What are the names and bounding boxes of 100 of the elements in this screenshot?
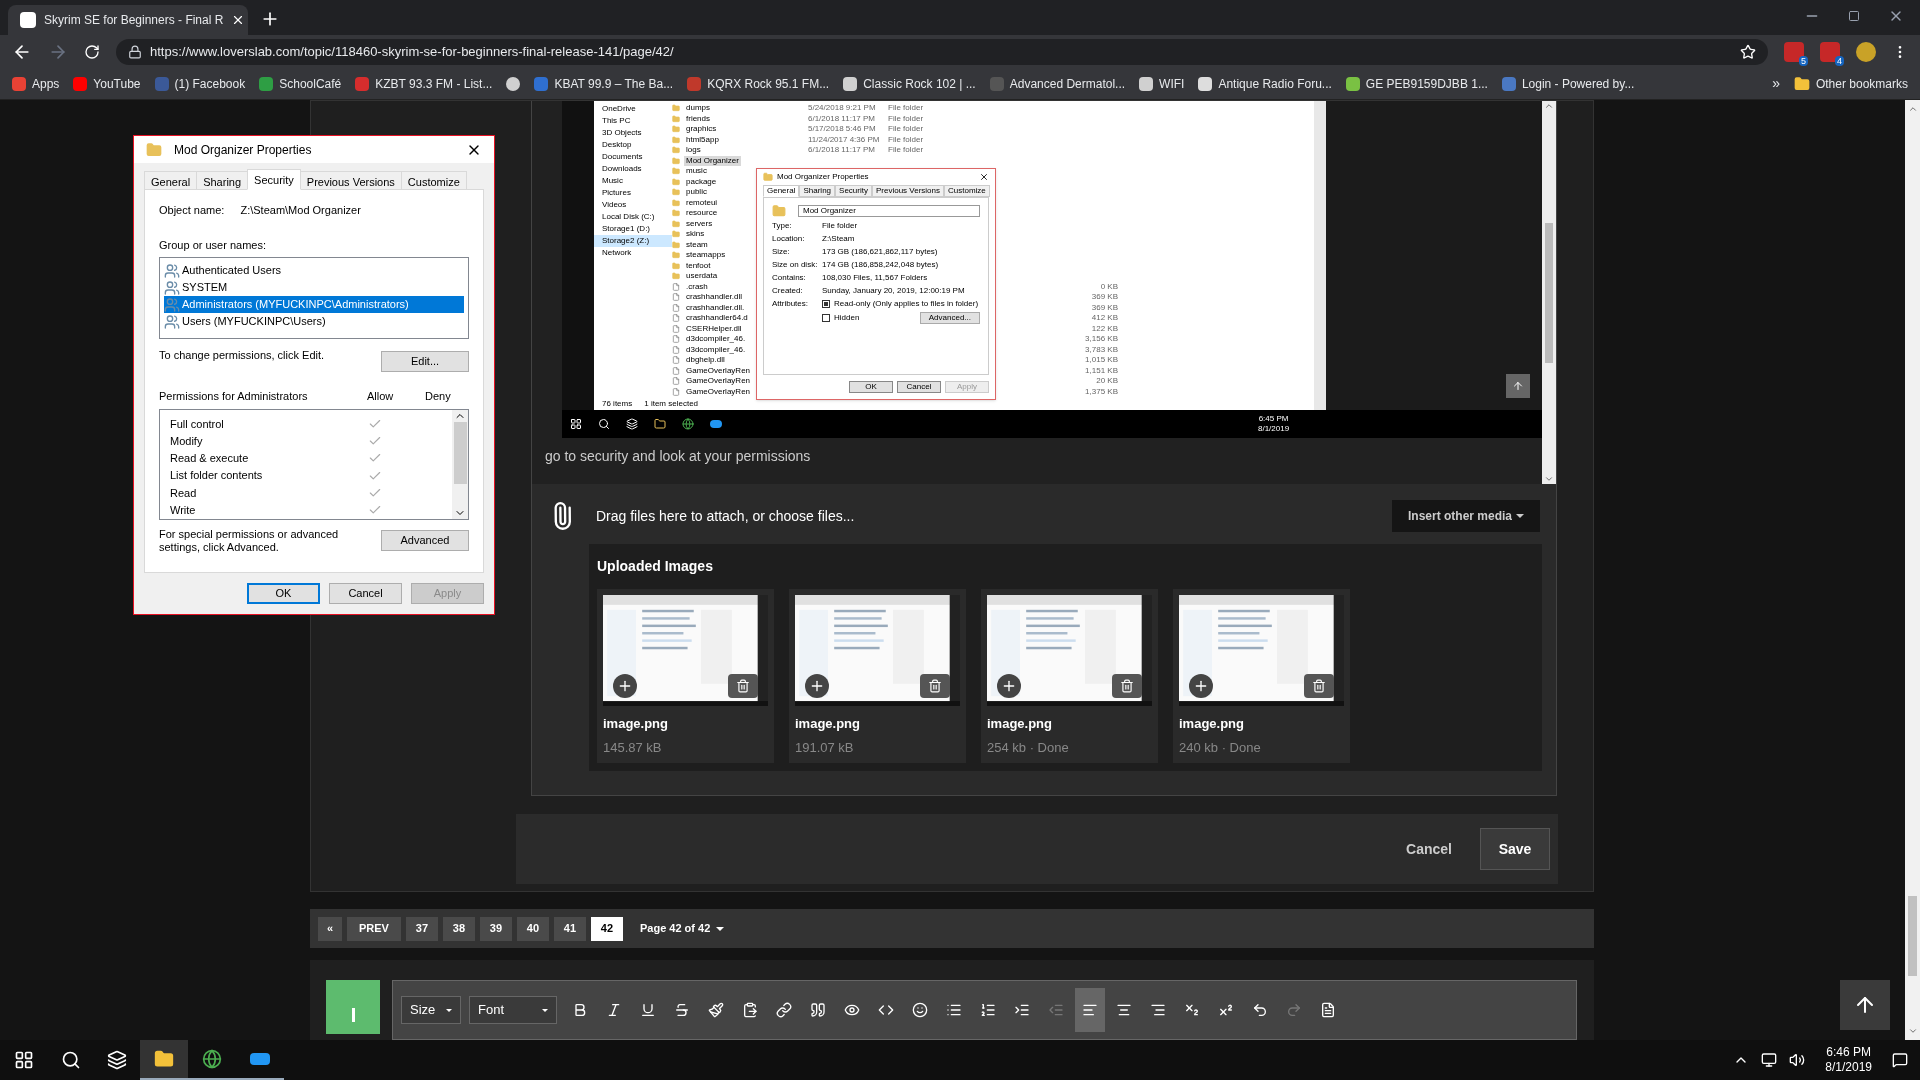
taskbar-app[interactable] — [140, 1040, 188, 1080]
sidebar-item[interactable]: Documents — [594, 151, 672, 163]
file-name[interactable]: steam — [684, 239, 710, 250]
file-name[interactable]: CSERHelper.dll — [684, 323, 744, 334]
scroll-up-icon[interactable] — [1544, 101, 1554, 111]
user-list-item[interactable]: Users (MYFUCKINPC\Users) — [164, 313, 464, 330]
file-name[interactable]: music — [684, 166, 709, 177]
scroll-top-button[interactable] — [1506, 374, 1530, 398]
sidebar-item[interactable]: Videos — [594, 199, 672, 211]
editor-scrollbar[interactable] — [1542, 101, 1556, 484]
cancel-button[interactable]: Cancel — [1398, 838, 1460, 860]
bookmark[interactable]: KBAT 99.9 – The Ba... — [534, 74, 674, 93]
sidebar-item[interactable]: Storage2 (Z:) — [594, 235, 672, 247]
profile-avatar[interactable] — [1856, 41, 1876, 62]
file-name[interactable]: graphics — [684, 124, 719, 135]
page-jump-dropdown[interactable]: Page 42 of 42 — [639, 920, 725, 937]
globe-icon[interactable] — [682, 418, 694, 430]
file-name[interactable]: Mod Organizer — [684, 155, 741, 166]
folder-icon[interactable] — [654, 418, 666, 430]
file-name[interactable]: crashhandler.dll — [684, 292, 745, 303]
bookmark[interactable]: SchoolCafé — [259, 74, 342, 93]
user-list-item[interactable]: Authenticated Users — [164, 262, 464, 279]
bookmark[interactable]: Advanced Dermatol... — [989, 74, 1126, 93]
app-icon[interactable] — [710, 420, 722, 428]
file-name[interactable]: crashhandler.dll. — [684, 302, 747, 313]
scrollbar-thumb[interactable] — [453, 421, 467, 484]
sidebar-item[interactable]: Downloads — [594, 163, 672, 175]
file-name[interactable]: public — [684, 187, 709, 198]
sidebar-item[interactable]: Local Disk (C:) — [594, 211, 672, 223]
image-card[interactable]: image.png 240 kb · Done — [1173, 589, 1350, 763]
bookmark[interactable]: WIFI — [1139, 74, 1185, 93]
scrollbar-thumb[interactable] — [1545, 222, 1553, 363]
dialog-tab[interactable]: Security — [835, 185, 872, 197]
toolbar-dropdown[interactable]: Font — [469, 996, 557, 1024]
advanced-button[interactable]: Advanced... — [919, 312, 980, 324]
bookmark[interactable]: GE PEB9159DJBB 1... — [1345, 74, 1488, 93]
file-name[interactable]: servers — [684, 218, 715, 229]
file-name[interactable]: resource — [684, 208, 720, 219]
page-button[interactable]: 40 — [516, 916, 549, 941]
list-scrollbar[interactable] — [452, 409, 468, 519]
scroll-down-icon[interactable] — [1544, 474, 1554, 484]
file-name[interactable]: package — [684, 176, 719, 187]
volume-icon[interactable] — [1789, 1052, 1806, 1068]
sidebar-item[interactable]: Storage1 (D:) — [594, 223, 672, 235]
file-name[interactable]: steamapps — [684, 250, 728, 261]
bookmark[interactable]: Apps — [12, 74, 60, 93]
checkbox[interactable] — [822, 300, 830, 308]
bookmark[interactable]: YouTube — [73, 74, 141, 93]
image-card[interactable]: image.png 254 kb · Done — [981, 589, 1158, 763]
advanced-button[interactable]: Advanced — [381, 529, 469, 551]
sidebar-item[interactable]: Desktop — [594, 139, 672, 151]
page-button[interactable]: 37 — [405, 916, 438, 941]
file-name[interactable]: d3dcompiler_46. — [684, 334, 748, 345]
reload-icon[interactable] — [84, 43, 100, 60]
dialog-tab[interactable]: Previous Versions — [871, 185, 944, 197]
dialog-tab[interactable]: General — [763, 185, 800, 197]
sidebar-item[interactable]: Music — [594, 175, 672, 187]
delete-button[interactable] — [1112, 674, 1142, 698]
other-bookmarks[interactable]: Other bookmarks — [1793, 74, 1908, 93]
back-to-top-button[interactable] — [1840, 980, 1890, 1030]
sidebar-item[interactable]: Network — [594, 247, 672, 259]
prev-button[interactable]: PREV — [347, 916, 401, 941]
toolbar-dropdown[interactable]: Size — [401, 996, 461, 1024]
file-name[interactable]: .crash — [684, 281, 710, 292]
dialog-button[interactable]: Cancel — [897, 381, 941, 393]
dialog-button[interactable]: OK — [247, 583, 320, 604]
file-name[interactable]: d3dcompiler_46. — [684, 344, 748, 355]
dialog-tab[interactable]: Security — [247, 169, 301, 190]
save-button[interactable]: Save — [1480, 828, 1550, 870]
scroll-up-icon[interactable] — [1907, 104, 1918, 114]
notifications-icon[interactable] — [1892, 1052, 1908, 1068]
insert-media-button[interactable]: Insert other media — [1391, 500, 1540, 532]
more-bookmarks[interactable]: » — [1772, 73, 1780, 94]
sidebar-item[interactable]: This PC — [594, 115, 672, 127]
search-icon[interactable] — [598, 418, 610, 430]
attach-hint[interactable]: Drag files here to attach, or choose files... — [596, 505, 855, 527]
sidebar-item[interactable]: OneDrive — [594, 103, 672, 115]
page-button[interactable]: 38 — [442, 916, 475, 941]
bookmark[interactable]: Classic Rock 102 | ... — [843, 74, 976, 93]
bookmark-favicon[interactable] — [506, 76, 521, 91]
user-list-item[interactable]: SYSTEM — [164, 279, 464, 296]
task-view-icon[interactable] — [107, 1050, 127, 1070]
delete-button[interactable] — [920, 674, 950, 698]
file-name[interactable]: logs — [684, 145, 703, 156]
checkbox[interactable] — [822, 314, 830, 322]
file-name[interactable]: tenfoot — [684, 260, 713, 271]
network-icon[interactable] — [1761, 1052, 1778, 1068]
scroll-down-icon[interactable] — [1907, 1026, 1918, 1036]
page-button[interactable]: 39 — [479, 916, 512, 941]
file-name[interactable]: GameOverlayRen — [684, 365, 753, 376]
file-name[interactable]: userdata — [684, 271, 720, 282]
sidebar-item[interactable]: Pictures — [594, 187, 672, 199]
start-icon[interactable] — [570, 418, 582, 430]
address-bar[interactable]: https://www.loverslab.com/topic/118460-skyrim-se-for-beginners-final-release-141/page/42/ — [116, 38, 1768, 65]
dialog-tab[interactable]: Customize — [944, 185, 990, 197]
file-name[interactable]: remoteui — [684, 197, 720, 208]
file-name[interactable]: friends — [684, 113, 712, 124]
bookmark[interactable]: KZBT 93.3 FM - List... — [355, 74, 493, 93]
sidebar-item[interactable]: 3D Objects — [594, 127, 672, 139]
name-field[interactable]: Mod Organizer — [798, 205, 980, 217]
